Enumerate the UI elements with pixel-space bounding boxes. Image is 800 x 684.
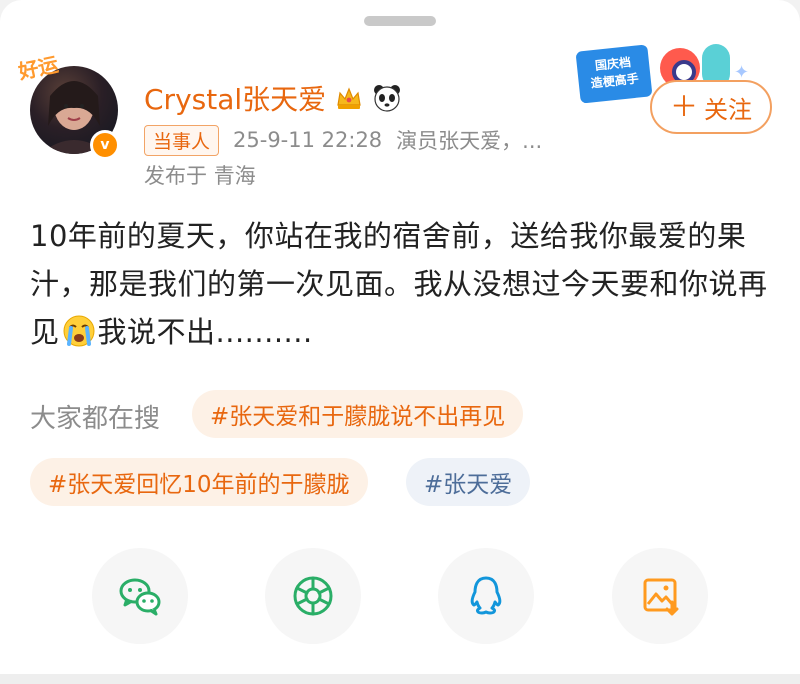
role-tag: 当事人: [144, 124, 220, 156]
save-image-button[interactable]: [612, 548, 708, 644]
panda-icon: [374, 85, 401, 112]
crown-icon: [337, 87, 361, 109]
username[interactable]: Crystal张天爱: [144, 78, 326, 118]
hot-search-chip[interactable]: #张天爱回忆10年前的于朦胧: [30, 458, 368, 506]
drag-handle[interactable]: [364, 16, 436, 26]
name-row: Crystal张天爱: [144, 78, 402, 118]
meta-row: 当事人 25-9-11 22:28 演员张天爱，...: [144, 124, 542, 156]
location-prefix: 发布于: [144, 164, 207, 188]
share-wechat-button[interactable]: [92, 548, 188, 644]
avatar-container[interactable]: 好运 v: [16, 52, 124, 160]
post-text: 10年前的夏天，你站在我的宿舍前，送给我你最爱的果汁，那是我们的第一次见面。我从…: [30, 212, 775, 356]
cry-emoji-icon: [63, 315, 95, 347]
post-timestamp: 25-9-11 22:28: [233, 128, 383, 152]
post-text-end: 我说不出..........: [97, 315, 313, 349]
follow-label: 关注: [704, 95, 752, 124]
share-moments-button[interactable]: [265, 548, 361, 644]
hot-search-chip[interactable]: #张天爱: [406, 458, 531, 506]
bottom-divider: [0, 674, 800, 684]
moments-icon: [293, 576, 333, 616]
sticker-label: 国庆档 造梗高手: [575, 44, 653, 104]
share-sheet: 好运 v Crystal张天爱 当事人 25-9-11 22:28 演员张天爱，…: [0, 0, 800, 684]
verified-badge-icon: v: [90, 130, 120, 160]
plus-icon: ＋: [669, 90, 698, 123]
verified-mark: v: [100, 137, 110, 153]
hot-search-chip[interactable]: #张天爱和于朦胧说不出再见: [192, 390, 524, 438]
follow-button[interactable]: ＋ 关注: [650, 80, 772, 134]
verification-text: 演员张天爱，...: [396, 129, 543, 153]
qq-icon: [470, 576, 502, 615]
hot-search-label: 大家都在搜: [30, 404, 161, 434]
save-image-icon: [643, 578, 679, 616]
location-name: 青海: [213, 164, 256, 188]
wechat-icon: [119, 578, 161, 616]
share-qq-button[interactable]: [438, 548, 534, 644]
location-row: 发布于 青海: [144, 160, 256, 190]
